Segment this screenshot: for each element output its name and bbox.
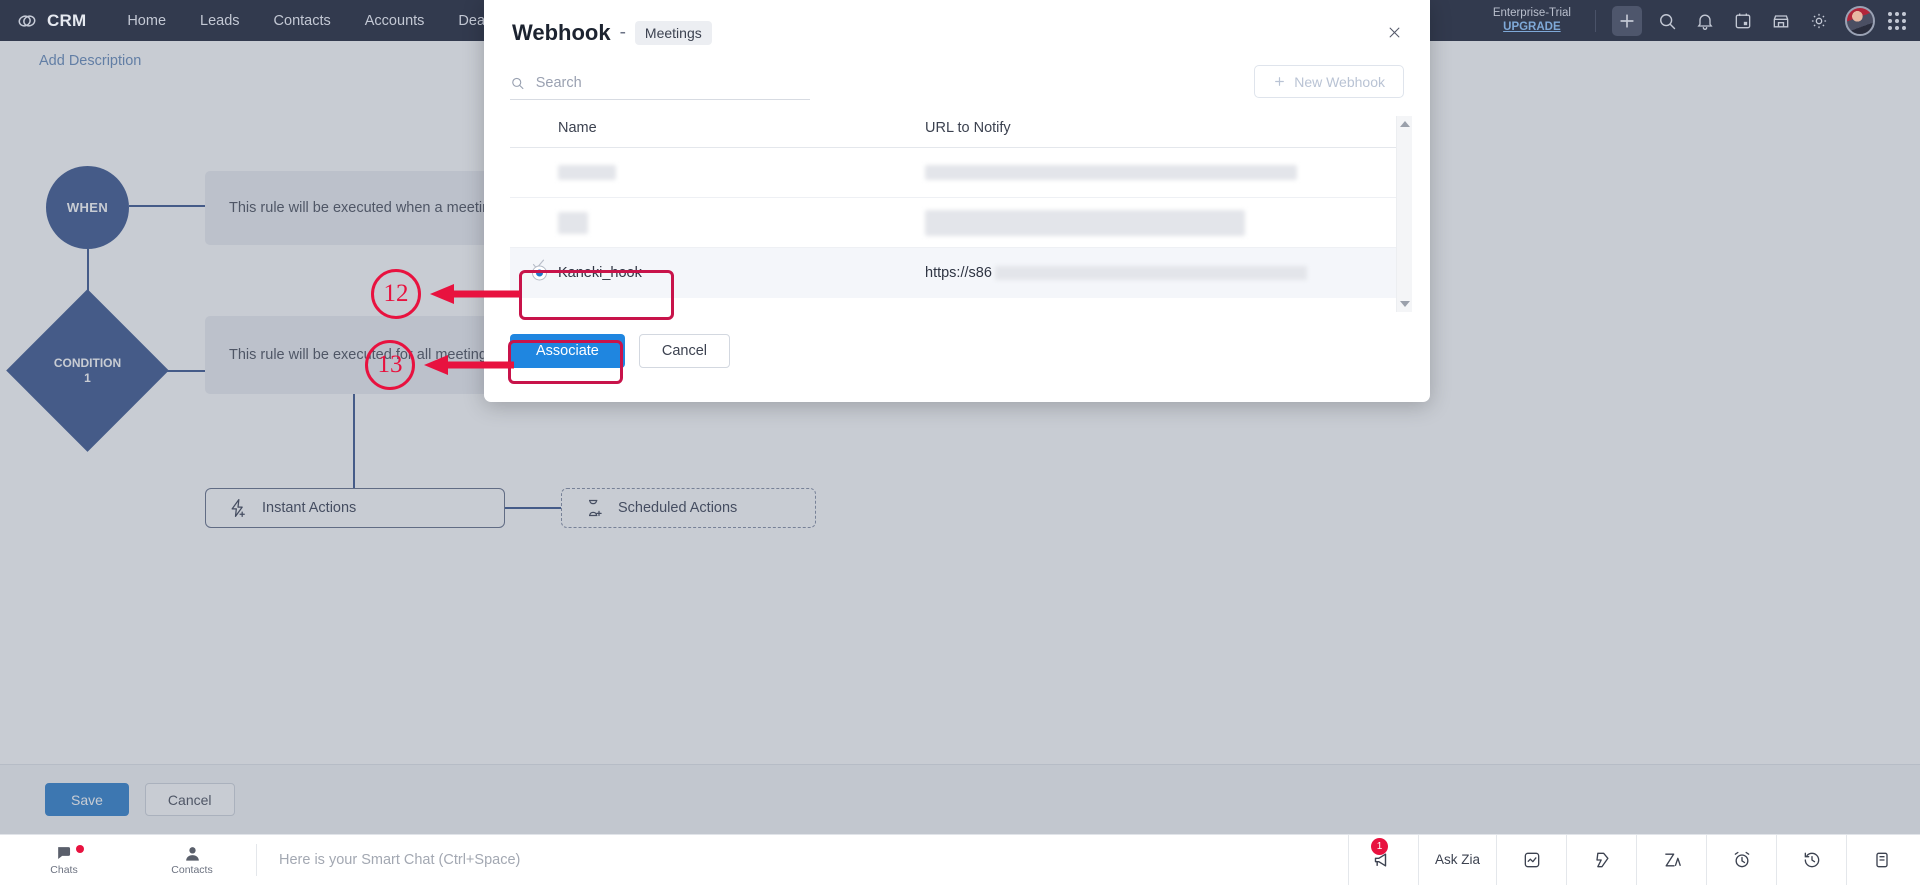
- modal-cancel-button[interactable]: Cancel: [638, 334, 731, 368]
- bell-icon: [1697, 14, 1713, 30]
- taskbar-label-contacts: Contacts: [171, 863, 213, 876]
- calendar-icon: [1735, 13, 1751, 28]
- store-icon: [1773, 14, 1789, 27]
- trial-info[interactable]: Enterprise-Trial UPGRADE: [1493, 7, 1571, 33]
- chat-icon: [57, 846, 70, 859]
- search-icon: [512, 77, 524, 90]
- taskbar-ask-zia-button[interactable]: Ask Zia: [1417, 834, 1496, 885]
- redacted-url: [994, 266, 1307, 280]
- main-nav: Home Leads Contacts Accounts Deals: [110, 0, 512, 41]
- table-body: Kaneki_hook https://s86: [510, 148, 1408, 298]
- webhook-table: Name URL to Notify Kaneki_hook https://s…: [510, 116, 1412, 312]
- new-webhook-label: New Webhook: [1294, 73, 1385, 90]
- app-header-right: Enterprise-Trial UPGRADE: [1493, 0, 1920, 41]
- redacted-url: [925, 209, 1245, 236]
- modal-title: Webhook: [512, 19, 611, 45]
- taskbar-right: 1 Ask Zia: [1347, 834, 1916, 885]
- brand[interactable]: CRM: [16, 10, 86, 32]
- plus-icon: [1275, 77, 1285, 86]
- row-url-text: https://s86: [925, 265, 992, 281]
- settings-button[interactable]: [1800, 2, 1838, 40]
- close-button[interactable]: [1380, 19, 1408, 47]
- taskbar-notes-button[interactable]: [1846, 834, 1916, 885]
- trial-label: Enterprise-Trial: [1492, 7, 1571, 20]
- gear-icon: [1811, 13, 1827, 28]
- row-url-cell: https://s86: [925, 265, 1408, 281]
- analytics-icon: [1524, 852, 1539, 867]
- scroll-up-icon[interactable]: [1399, 121, 1410, 127]
- taskbar: Chats Contacts Here is your Smart Chat (…: [0, 834, 1920, 885]
- marketplace-button[interactable]: [1762, 2, 1800, 40]
- modal-header: Webhook - Meetings: [484, 0, 1430, 65]
- row-name-cell: Kaneki_hook: [558, 265, 642, 281]
- taskbar-item-contacts[interactable]: Contacts: [128, 835, 256, 885]
- table-scrollbar[interactable]: [1396, 116, 1412, 312]
- person-icon: [185, 846, 199, 861]
- crm-logo-icon: [18, 14, 36, 27]
- modal-title-separator: -: [619, 21, 626, 43]
- nav-tab-contacts[interactable]: Contacts: [257, 0, 348, 41]
- table-header: Name URL to Notify: [510, 116, 1408, 148]
- nav-tab-home[interactable]: Home: [110, 0, 183, 41]
- nav-tab-leads[interactable]: Leads: [183, 0, 257, 41]
- close-icon: [1389, 27, 1399, 38]
- column-header-name: Name: [558, 120, 597, 136]
- nav-tab-accounts[interactable]: Accounts: [348, 0, 442, 41]
- divider: [1595, 9, 1596, 32]
- row-url-cell: [925, 165, 1408, 180]
- row-name-cell: [510, 165, 925, 180]
- add-button[interactable]: [1612, 5, 1642, 36]
- avatar[interactable]: [1845, 5, 1875, 36]
- taskbar-item-chats[interactable]: Chats: [0, 835, 128, 885]
- brand-name: CRM: [47, 10, 87, 30]
- zia-icon: [1664, 853, 1681, 866]
- search-input[interactable]: [533, 74, 810, 92]
- app-grid-icon[interactable]: [1888, 11, 1906, 30]
- modal-toolbar: New Webhook: [484, 65, 1430, 100]
- taskbar-analytics-button[interactable]: [1496, 834, 1566, 885]
- table-row[interactable]: [510, 148, 1408, 198]
- notes-icon: [1875, 852, 1888, 867]
- new-webhook-button[interactable]: New Webhook: [1254, 65, 1404, 98]
- redacted-name: [558, 211, 588, 234]
- taskbar-signals-button[interactable]: [1566, 834, 1636, 885]
- module-chip: Meetings: [634, 20, 712, 45]
- taskbar-label-chats: Chats: [50, 863, 78, 876]
- taskbar-announcements-button[interactable]: 1: [1347, 834, 1418, 885]
- column-header-url: URL to Notify: [925, 120, 1011, 136]
- calendar-button[interactable]: [1724, 2, 1762, 40]
- history-icon: [1804, 852, 1819, 867]
- search-icon: [1660, 13, 1676, 29]
- smart-chat-input[interactable]: Here is your Smart Chat (Ctrl+Space): [257, 852, 1348, 868]
- redacted-name: [558, 165, 616, 180]
- redacted-url: [925, 165, 1297, 180]
- scroll-down-icon[interactable]: [1399, 301, 1410, 307]
- row-radio[interactable]: [532, 265, 547, 281]
- signals-icon: [1595, 852, 1608, 867]
- search-button[interactable]: [1648, 2, 1686, 40]
- row-name-cell: [510, 211, 925, 234]
- modal-footer: Associate Cancel: [484, 312, 1430, 368]
- notifications-button[interactable]: [1686, 2, 1724, 40]
- taskbar-recent-button[interactable]: [1776, 834, 1846, 885]
- upgrade-link[interactable]: UPGRADE: [1503, 21, 1561, 34]
- taskbar-reminders-button[interactable]: [1706, 834, 1776, 885]
- table-row[interactable]: [510, 198, 1408, 248]
- chats-unread-dot: [76, 844, 84, 853]
- plus-icon: [1620, 13, 1634, 28]
- table-row-selected[interactable]: Kaneki_hook https://s86: [510, 248, 1408, 298]
- alarm-icon: [1734, 851, 1749, 867]
- announcements-badge: 1: [1370, 837, 1388, 855]
- webhook-modal: Webhook - Meetings New Webhook Name URL …: [484, 0, 1430, 402]
- taskbar-zia-button[interactable]: [1636, 834, 1706, 885]
- associate-button[interactable]: Associate: [510, 334, 625, 368]
- row-url-cell: [925, 209, 1408, 236]
- search-field[interactable]: [510, 74, 810, 100]
